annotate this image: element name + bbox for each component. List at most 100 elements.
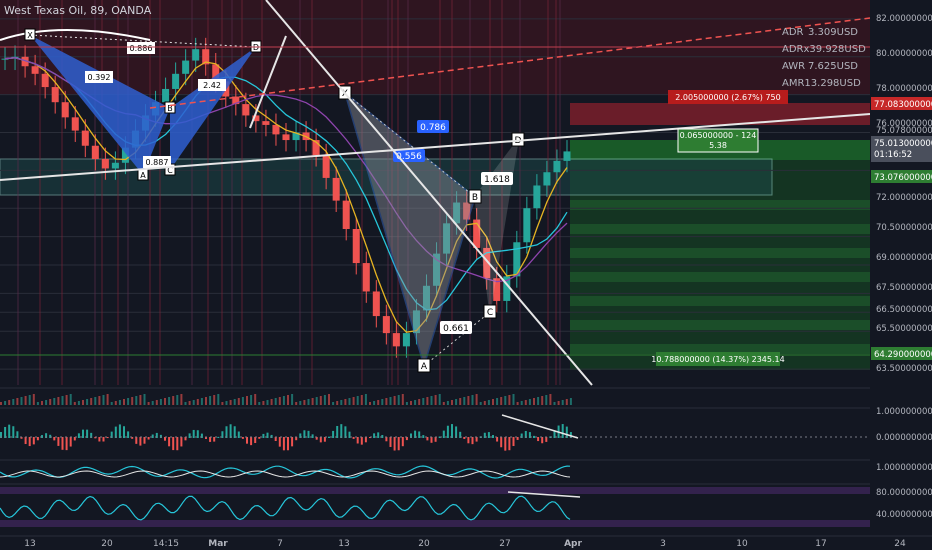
volume-bar	[282, 396, 285, 405]
volume-bar	[41, 401, 43, 405]
histogram-bar	[418, 431, 421, 438]
price-tick-label: 67.500000000	[876, 283, 932, 293]
volume-bar	[385, 398, 388, 405]
volume-bar	[135, 396, 138, 405]
histogram-bar	[328, 436, 330, 438]
red-risk-zone	[570, 103, 870, 125]
indicator-row: AMR 13.298USD	[779, 75, 861, 92]
volume-bar	[471, 395, 474, 405]
candle-body	[51, 87, 59, 103]
volume-bar	[410, 401, 412, 405]
volume-bar	[455, 399, 458, 405]
volume-bar	[524, 400, 527, 405]
histogram-bar	[8, 424, 11, 438]
histogram-bar	[430, 437, 433, 443]
time-tick-label: 14:15	[153, 539, 179, 549]
volume-bar	[151, 401, 154, 405]
volume-bar	[352, 397, 355, 405]
histogram-bar	[147, 437, 150, 440]
pattern2-ratio-label: 0.661	[443, 324, 469, 334]
volume-bar	[483, 401, 486, 405]
histogram-bar	[561, 424, 564, 438]
histogram-bar	[455, 426, 458, 438]
volume-bar	[463, 397, 466, 405]
volume-bar	[516, 402, 519, 405]
histogram-bar	[135, 437, 138, 444]
histogram-bar	[4, 426, 7, 438]
volume-bar	[332, 402, 335, 405]
volume-bar	[328, 394, 330, 405]
volume-bar	[369, 402, 371, 405]
histogram-bar	[168, 437, 171, 447]
histogram-bar	[278, 437, 281, 447]
pattern2-ratio-label: 1.618	[484, 175, 510, 185]
pattern2-point-label: C	[487, 308, 493, 318]
volume-bar	[196, 399, 199, 405]
indicator-label: AMR	[782, 78, 805, 89]
volume-bar	[106, 394, 109, 405]
pattern1-point-label: A	[140, 171, 146, 180]
histogram-bar	[360, 437, 363, 445]
candle-body	[101, 158, 109, 169]
indicator-row: ADR 3.309USD	[779, 24, 861, 41]
histogram-bar	[192, 429, 195, 438]
volume-bar	[397, 395, 400, 405]
volume-bar	[90, 398, 93, 405]
volume-bar	[237, 398, 240, 405]
time-tick-label: 13	[338, 539, 349, 549]
histogram-bar	[28, 437, 31, 447]
candle-body	[81, 130, 89, 146]
indicator-label: ADRx3	[782, 44, 816, 55]
green-band	[570, 320, 870, 330]
pattern1-ratio-label: 2.42	[203, 81, 221, 90]
volume-bar	[155, 400, 158, 405]
volume-bar	[8, 400, 11, 405]
volume-bar	[110, 402, 113, 405]
volume-bar	[69, 394, 72, 405]
volume-bar	[393, 396, 396, 405]
volume-bar	[180, 394, 183, 405]
red-level-label: 77.083000000	[874, 100, 932, 110]
histogram-bar	[274, 437, 277, 442]
oscillator-panes	[0, 387, 870, 536]
price-tick-label: 66.500000000	[876, 305, 932, 315]
histogram-bar	[282, 437, 285, 451]
histogram-bar	[504, 437, 507, 451]
histogram-bar	[229, 424, 232, 438]
volume-bar	[512, 394, 515, 405]
osc3-tick: 40.000000000	[876, 510, 932, 520]
candle-body	[61, 102, 69, 118]
volume-bar	[537, 397, 540, 405]
histogram-bar	[467, 437, 470, 444]
osc1-tick: 0.000000000	[876, 433, 932, 443]
candle-body	[332, 177, 340, 201]
green-level-label: 73.076000000	[874, 173, 932, 183]
candle-body	[182, 60, 190, 74]
volume-bar	[217, 394, 220, 405]
volume-bar	[274, 398, 277, 405]
osc2-tick: 1.000000000	[876, 463, 932, 473]
candle-body	[162, 88, 170, 103]
volume-bar	[475, 394, 478, 405]
candle-body	[402, 333, 410, 347]
volume-bar	[57, 397, 60, 405]
volume-bar	[459, 398, 462, 405]
histogram-bar	[496, 437, 499, 442]
histogram-bar	[537, 437, 540, 442]
histogram-bar	[323, 437, 326, 442]
volume-bar	[569, 398, 572, 405]
volume-bar	[184, 402, 187, 405]
histogram-bar	[176, 437, 179, 451]
volume-bar	[94, 397, 97, 405]
histogram-bar	[237, 431, 240, 438]
volume-bar	[139, 395, 142, 405]
volume-bar	[65, 395, 68, 405]
volume-bar	[311, 398, 314, 405]
histogram-bar	[434, 437, 437, 442]
green-band	[570, 248, 870, 258]
histogram-bar	[352, 437, 355, 439]
pattern2-point-label: A	[421, 362, 428, 372]
histogram-bar	[254, 437, 257, 444]
volume-bar	[496, 398, 499, 405]
indicator-value: 7.625USD	[808, 61, 858, 72]
